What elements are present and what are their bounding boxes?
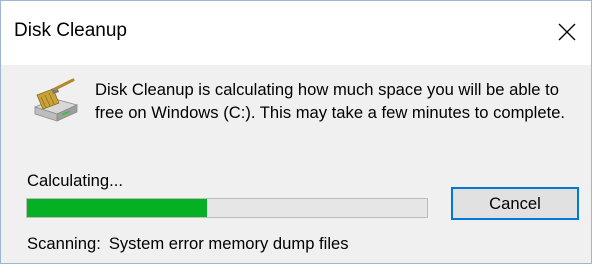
dialog-body: Disk Cleanup is calculating how much spa…	[1, 65, 591, 263]
window-title: Disk Cleanup	[14, 20, 127, 41]
scan-item: System error memory dump files	[108, 234, 349, 253]
progress-status-label: Calculating...	[27, 171, 123, 190]
progress-bar-fill	[27, 199, 207, 217]
disk-cleanup-dialog: Disk Cleanup Disk Cleanup is calculating…	[0, 0, 592, 264]
cancel-button[interactable]: Cancel	[451, 187, 579, 220]
status-message: Disk Cleanup is calculating how much spa…	[95, 80, 566, 122]
close-button[interactable]	[545, 1, 591, 65]
scan-status: Scanning: System error memory dump files	[27, 234, 349, 254]
scan-label: Scanning:	[27, 234, 101, 253]
close-icon	[558, 23, 576, 41]
disk-cleanup-icon	[33, 78, 79, 122]
progress-bar	[26, 198, 428, 218]
title-bar[interactable]: Disk Cleanup	[1, 1, 591, 65]
